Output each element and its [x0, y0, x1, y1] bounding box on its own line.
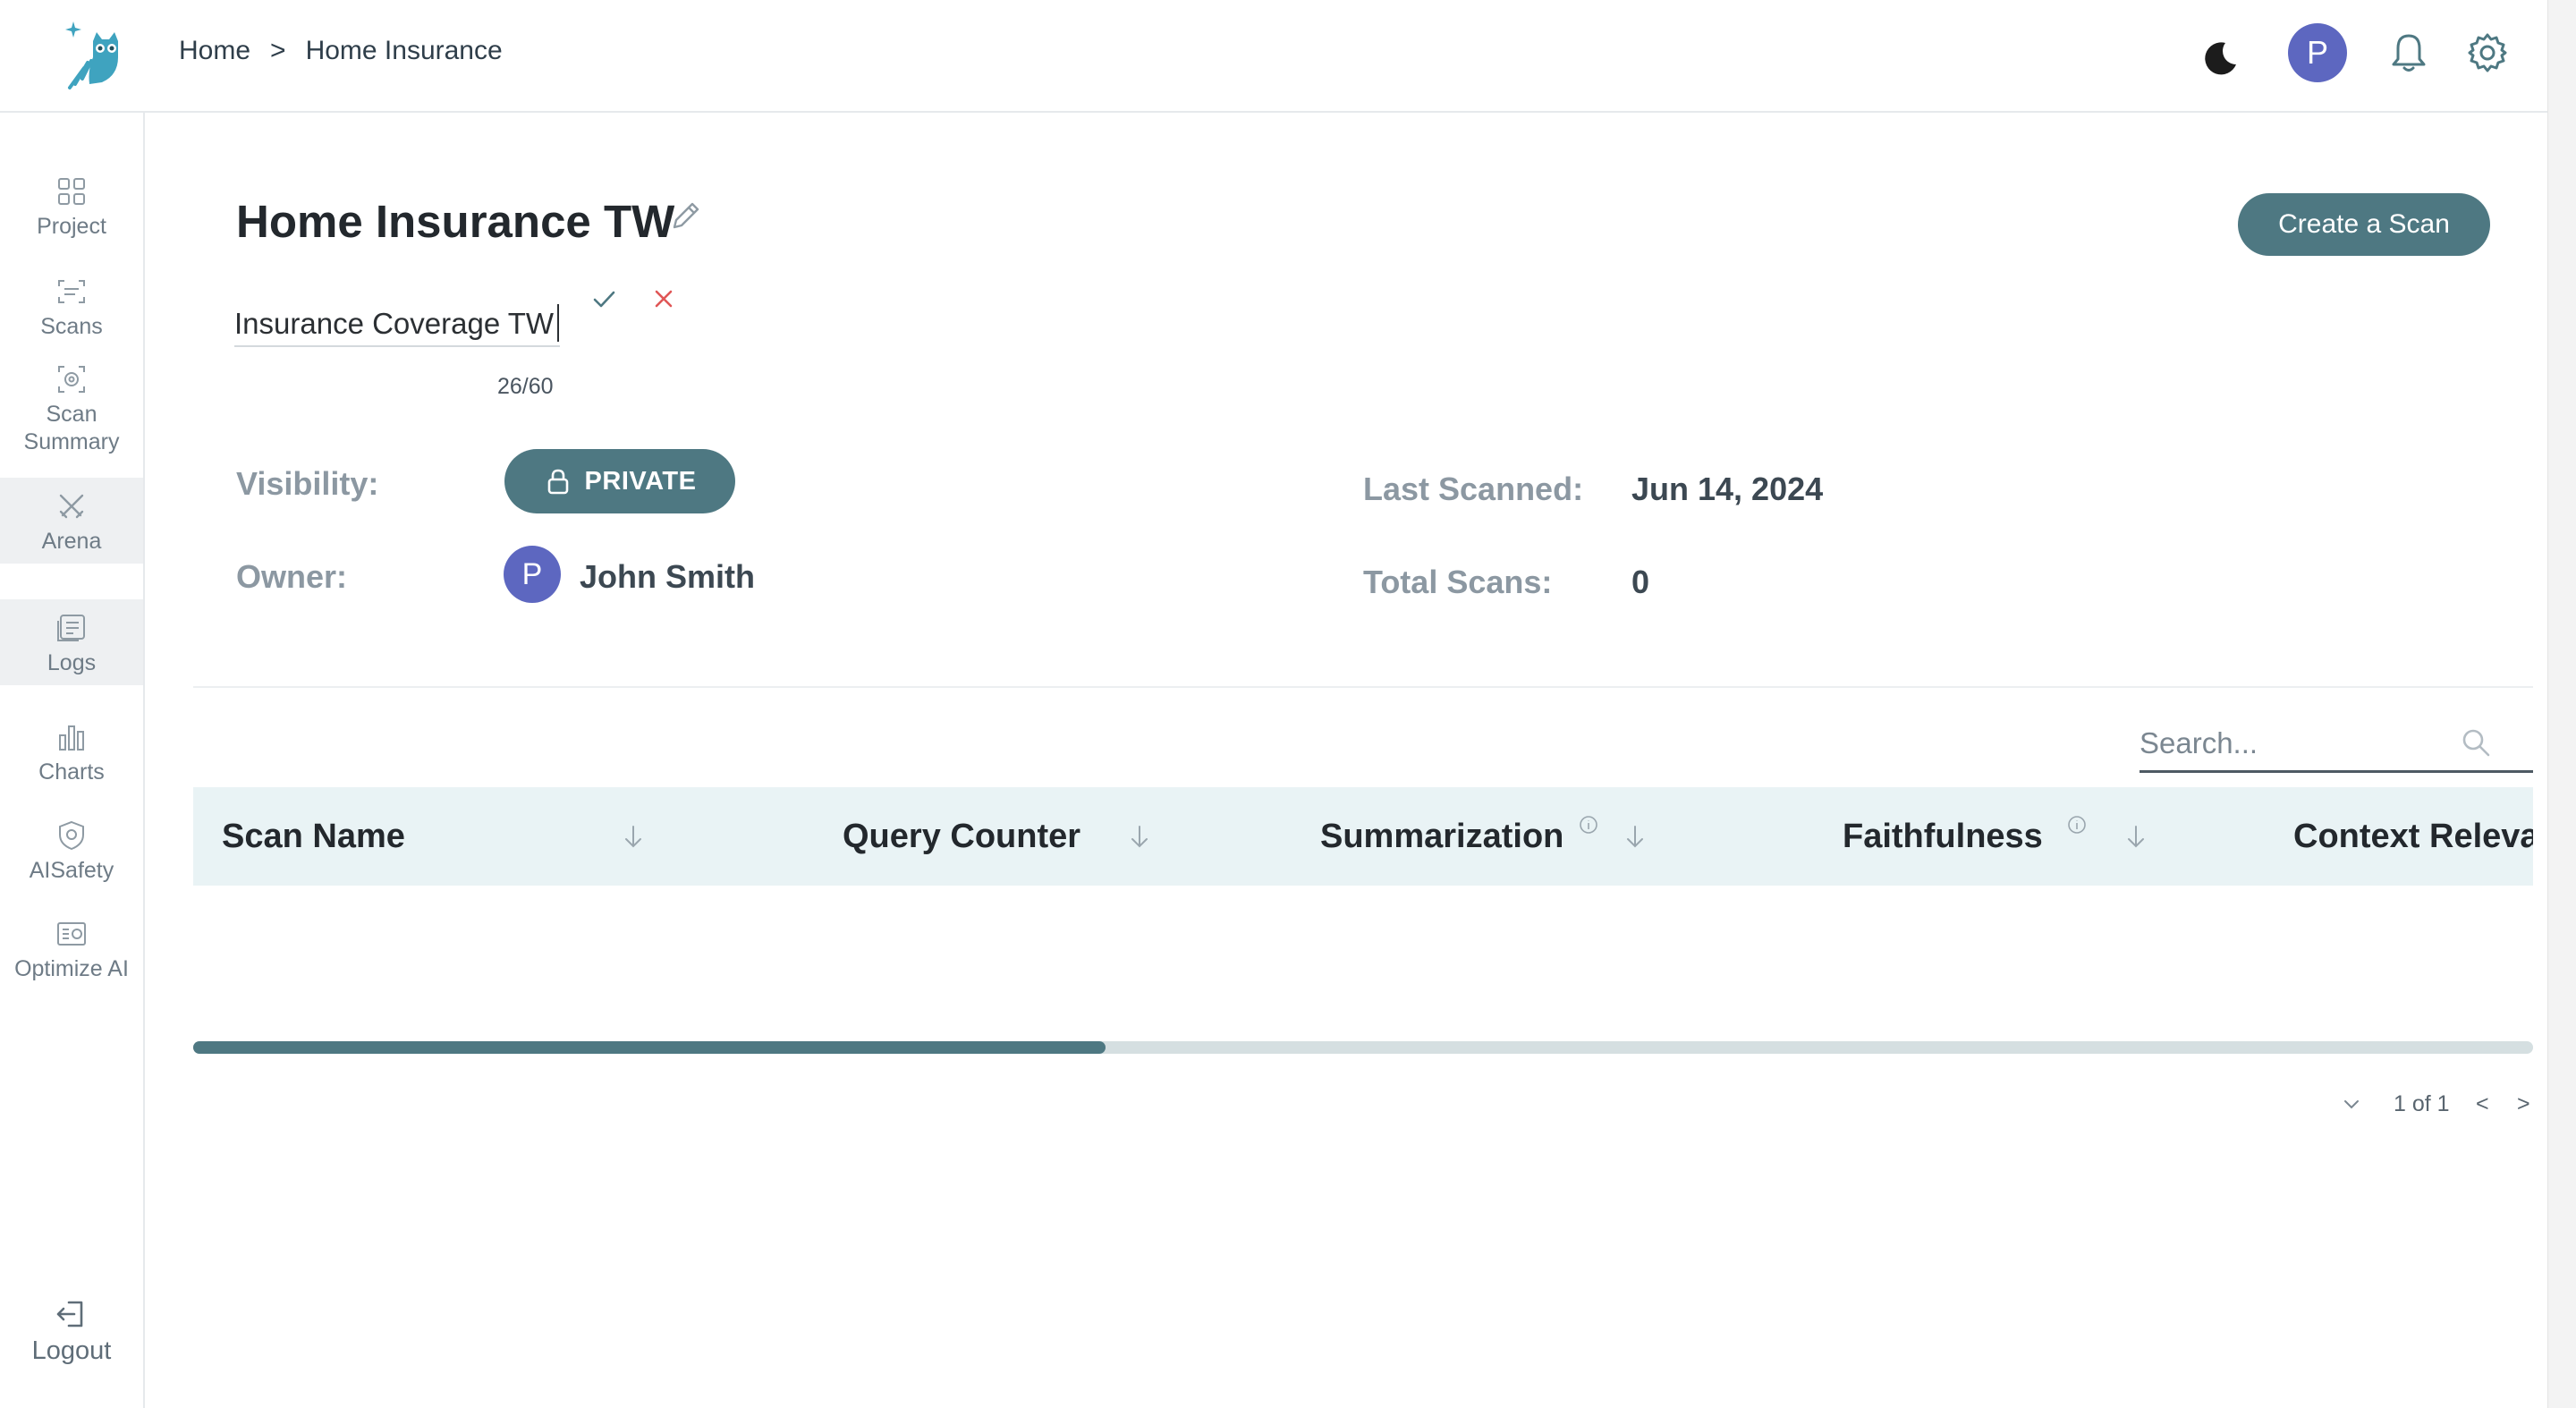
sidebar-item-aisafety[interactable]: AISafety — [0, 819, 143, 885]
lock-icon — [547, 469, 568, 495]
visibility-label: Visibility: — [236, 465, 379, 502]
search-box — [2140, 714, 2533, 773]
breadcrumb: Home > Home Insurance — [179, 36, 503, 66]
character-count: 26/60 — [497, 374, 554, 399]
bell-icon[interactable] — [2386, 30, 2431, 75]
sidebar-item-logs[interactable]: Logs — [0, 599, 143, 685]
logout-label: Logout — [31, 1336, 112, 1365]
sidebar: Project Scans Scan Summary Arena Logs Ch… — [0, 113, 145, 1408]
visibility-value: PRIVATE — [584, 466, 697, 496]
horizontal-scrollbar[interactable] — [193, 1041, 2533, 1054]
visibility-toggle-button[interactable]: PRIVATE — [504, 449, 735, 513]
sidebar-item-arena[interactable]: Arena — [0, 478, 143, 564]
sidebar-item-label: Arena — [41, 529, 102, 554]
sort-arrow-icon[interactable] — [1127, 823, 1152, 850]
moon-icon[interactable] — [2199, 36, 2241, 79]
logs-icon — [57, 615, 85, 641]
pagination-label: 1 of 1 — [2394, 1091, 2450, 1116]
project-name-input[interactable] — [234, 302, 560, 347]
sidebar-item-label: Charts — [38, 759, 105, 785]
last-scanned-label: Last Scanned: — [1363, 471, 1584, 507]
pencil-icon[interactable] — [669, 199, 703, 233]
check-icon[interactable] — [589, 284, 619, 315]
sort-arrow-icon[interactable] — [621, 823, 646, 850]
logout-icon — [56, 1301, 83, 1327]
scan-summary-icon — [58, 366, 85, 393]
bar-chart-icon — [59, 725, 84, 751]
search-input[interactable] — [2140, 721, 2462, 766]
sidebar-item-optimize-ai[interactable]: Optimize AI — [0, 918, 143, 983]
column-header-context-relevance[interactable]: Context Releva — [2293, 787, 2533, 886]
sidebar-item-scans[interactable]: Scans — [0, 276, 143, 341]
user-avatar[interactable]: P — [2288, 23, 2347, 82]
section-divider — [193, 686, 2533, 688]
logo-icon[interactable] — [63, 16, 125, 91]
sort-arrow-icon[interactable] — [1623, 823, 1648, 850]
total-scans-label: Total Scans: — [1363, 564, 1553, 600]
breadcrumb-current: Home Insurance — [305, 36, 503, 65]
window-scrollbar[interactable] — [2547, 0, 2576, 1408]
logout-button[interactable]: Logout — [0, 1297, 143, 1366]
create-scan-button[interactable]: Create a Scan — [2238, 193, 2490, 256]
shield-icon — [59, 820, 84, 851]
sidebar-item-label: Logs — [47, 650, 97, 675]
chevron-down-icon[interactable] — [2340, 1093, 2363, 1116]
table-header: Scan Name Query Counter Summarization Fa… — [193, 787, 2533, 886]
column-header-scan-name[interactable]: Scan Name — [222, 787, 405, 886]
close-icon[interactable] — [649, 284, 678, 313]
arena-icon — [59, 494, 84, 519]
sidebar-item-label: Scan Summary — [23, 402, 120, 454]
horizontal-scrollbar-thumb[interactable] — [193, 1041, 1106, 1054]
breadcrumb-home[interactable]: Home — [179, 36, 250, 66]
sidebar-item-label: Project — [37, 214, 106, 239]
owner-label: Owner: — [236, 558, 348, 595]
sidebar-item-label: AISafety — [29, 858, 114, 883]
column-header-query-counter[interactable]: Query Counter — [843, 787, 1080, 886]
column-header-faithfulness[interactable]: Faithfulness — [1843, 787, 2043, 886]
sort-arrow-icon[interactable] — [2123, 823, 2148, 850]
sidebar-item-charts[interactable]: Charts — [0, 721, 143, 786]
sidebar-item-label: Optimize AI — [14, 956, 129, 981]
total-scans-value: 0 — [1631, 564, 1650, 600]
owner-name: John Smith — [580, 558, 755, 595]
owner-avatar: P — [504, 546, 561, 603]
page-title: Home Insurance TW — [236, 196, 675, 247]
info-icon[interactable] — [2066, 814, 2088, 835]
sidebar-item-project[interactable]: Project — [0, 175, 143, 241]
pagination-prev-button[interactable]: < — [2476, 1091, 2489, 1117]
scan-icon — [58, 280, 85, 303]
grid-icon — [58, 178, 85, 205]
gear-icon[interactable] — [2465, 30, 2510, 75]
optimize-icon — [57, 922, 86, 946]
sidebar-item-label: Scans — [40, 314, 103, 339]
last-scanned-value: Jun 14, 2024 — [1631, 471, 1824, 507]
breadcrumb-separator: > — [270, 36, 286, 65]
pagination-next-button[interactable]: > — [2517, 1091, 2530, 1117]
top-bar: Home > Home Insurance P — [0, 0, 2547, 113]
sidebar-item-scan-summary[interactable]: Scan Summary — [0, 363, 143, 456]
search-icon[interactable] — [2458, 725, 2494, 760]
text-caret — [557, 304, 559, 342]
info-icon[interactable] — [1578, 814, 1599, 835]
column-header-summarization[interactable]: Summarization — [1320, 787, 1563, 886]
